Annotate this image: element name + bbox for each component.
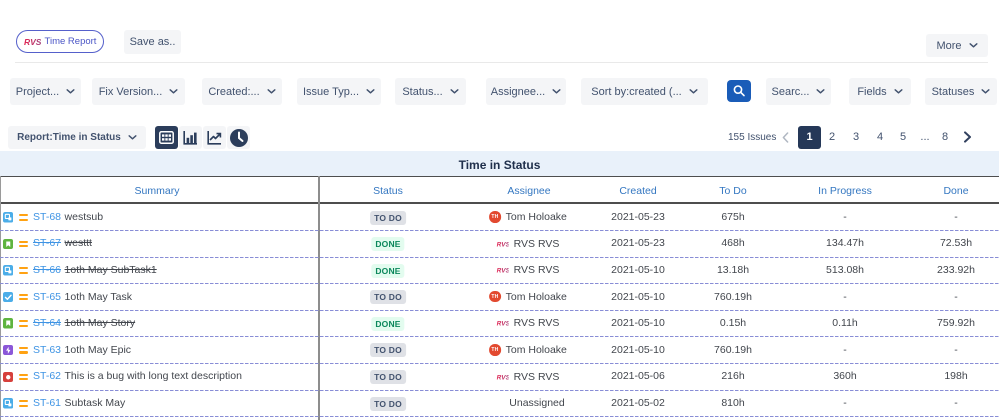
svg-text:RVS: RVS [497, 267, 509, 274]
svg-text:RVS: RVS [24, 37, 41, 47]
svg-text:RVS: RVS [497, 241, 509, 248]
svg-text:RVS: RVS [497, 374, 509, 381]
svg-text:RVS: RVS [497, 321, 509, 328]
